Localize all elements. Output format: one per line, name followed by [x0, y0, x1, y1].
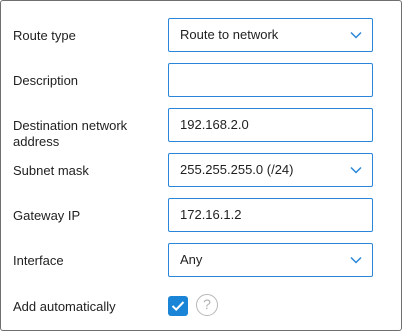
- chevron-down-icon: [350, 31, 362, 39]
- interface-select[interactable]: Any: [168, 243, 373, 277]
- description-input[interactable]: [169, 64, 372, 96]
- destination-label-line1: Destination network: [13, 118, 128, 133]
- gateway-ip-label: Gateway IP: [13, 208, 81, 223]
- destination-label: Destination network address: [13, 118, 127, 150]
- interface-value: Any: [180, 252, 203, 267]
- gateway-ip-field[interactable]: 172.16.1.2: [168, 198, 373, 232]
- subnet-mask-label: Subnet mask: [13, 163, 89, 178]
- chevron-down-icon: [350, 256, 362, 264]
- subnet-mask-value: 255.255.255.0 (/24): [180, 162, 294, 177]
- add-automatically-label: Add automatically: [13, 299, 116, 314]
- add-automatically-checkbox[interactable]: [168, 296, 188, 316]
- check-icon: [171, 301, 185, 312]
- route-form: Route type Route to network Description …: [0, 0, 402, 331]
- destination-value: 192.168.2.0: [180, 117, 249, 132]
- destination-field[interactable]: 192.168.2.0: [168, 108, 373, 142]
- gateway-ip-value: 172.16.1.2: [180, 207, 242, 222]
- route-type-select[interactable]: Route to network: [168, 18, 373, 52]
- route-type-label: Route type: [13, 28, 76, 43]
- destination-label-line2: address: [13, 134, 60, 149]
- chevron-down-icon: [350, 166, 362, 174]
- description-label: Description: [13, 73, 79, 88]
- description-field[interactable]: [168, 63, 373, 97]
- interface-label: Interface: [13, 253, 64, 268]
- subnet-mask-select[interactable]: 255.255.255.0 (/24): [168, 153, 373, 187]
- route-type-value: Route to network: [180, 27, 279, 42]
- help-icon[interactable]: ?: [196, 294, 218, 316]
